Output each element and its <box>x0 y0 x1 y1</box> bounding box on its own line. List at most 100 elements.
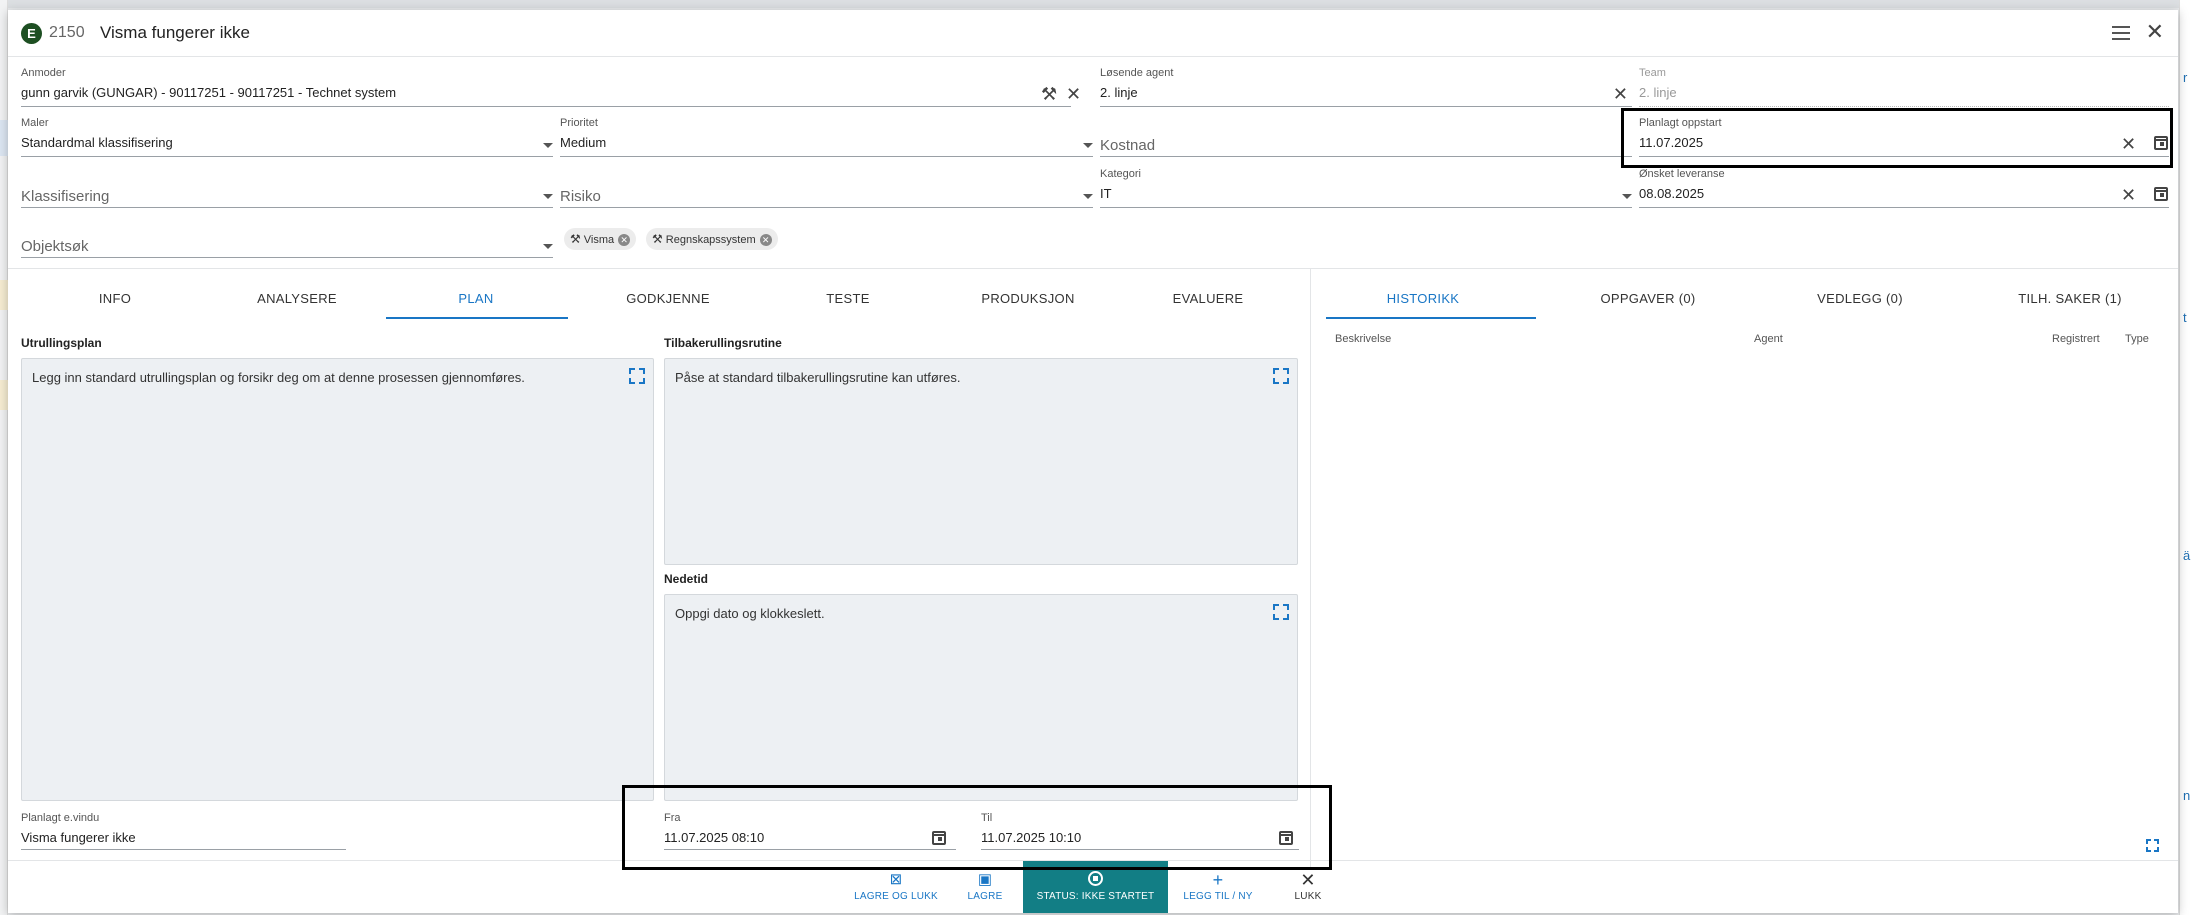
rollout-plan-label: Utrullingsplan <box>21 336 102 350</box>
active-tab-indicator <box>386 317 568 319</box>
desired-delivery-field[interactable]: Ønsket leveranse 08.08.2025 ✕ <box>1639 168 2169 208</box>
tools-icon[interactable]: ⚒ <box>1041 85 1057 103</box>
tab-godkjenne[interactable]: GODKJENNE <box>608 291 728 306</box>
requester-field[interactable]: Anmoder gunn garvik (GUNGAR) - 90117251 … <box>21 67 1081 107</box>
column-registrert[interactable]: Registrert <box>2052 333 2100 345</box>
expand-icon[interactable] <box>1273 604 1289 620</box>
planned-window-field[interactable]: Planlagt e.vindu Visma fungerer ikke <box>21 812 346 850</box>
ticket-dialog: E 2150 Visma fungerer ikke ✕ Anmoder gun… <box>8 10 2178 913</box>
rollout-plan-textarea[interactable]: Legg inn standard utrullingsplan og fors… <box>21 358 654 801</box>
chevron-down-icon <box>1622 194 1632 199</box>
chevron-down-icon <box>543 143 553 148</box>
section-divider <box>8 268 2178 269</box>
tab-info[interactable]: INFO <box>75 291 155 306</box>
rollback-textarea[interactable]: Påse at standard tilbakerullingsrutine k… <box>664 358 1298 565</box>
tab-teste[interactable]: TESTE <box>798 291 898 306</box>
downtime-text: Oppgi dato og klokkeslett. <box>675 606 825 621</box>
type-badge: E <box>21 23 42 44</box>
column-type[interactable]: Type <box>2125 333 2149 345</box>
tab-oppgaver[interactable]: OPPGAVER (0) <box>1553 291 1743 306</box>
chip-label: Regnskapssystem <box>665 234 756 246</box>
fullscreen-icon[interactable] <box>2146 839 2159 852</box>
save-and-close-label: LAGRE OG LUKK <box>854 891 938 902</box>
classification-select[interactable]: Klassifisering <box>21 168 553 208</box>
requester-label: Anmoder <box>21 67 66 79</box>
tab-tilh-saker[interactable]: TILH. SAKER (1) <box>1975 291 2165 306</box>
downtime-label: Nedetid <box>664 572 709 586</box>
column-divider <box>1310 268 1311 870</box>
tab-produksjon[interactable]: PRODUKSJON <box>963 291 1093 306</box>
add-new-button[interactable]: + LEGG TIL / NY <box>1178 870 1258 902</box>
expand-icon[interactable] <box>629 368 645 384</box>
object-chip-regnskapssystem[interactable]: ⚒ Regnskapssystem ✕ <box>646 228 778 250</box>
resolving-agent-value: 2. linje <box>1100 85 1138 100</box>
remove-chip-icon[interactable]: ✕ <box>759 234 772 247</box>
save-and-close-button[interactable]: ⊠ LAGRE OG LUKK <box>846 871 946 903</box>
expand-icon[interactable] <box>1273 368 1289 384</box>
background-page-top <box>0 0 2191 8</box>
close-label: LUKK <box>1294 891 1322 902</box>
menu-icon[interactable] <box>2112 26 2130 40</box>
add-new-label: LEGG TIL / NY <box>1183 891 1253 902</box>
background-page-left <box>0 0 8 915</box>
template-select[interactable]: Maler Standardmal klassifisering <box>21 117 553 157</box>
clear-date-icon[interactable]: ✕ <box>2121 186 2136 204</box>
resolving-agent-label: Løsende agent <box>1100 67 1174 79</box>
category-label: Kategori <box>1100 168 1141 180</box>
column-agent[interactable]: Agent <box>1754 333 1783 345</box>
priority-select[interactable]: Prioritet Medium <box>560 117 1093 157</box>
save-close-icon: ⊠ <box>889 871 903 888</box>
plus-icon: + <box>1212 870 1224 890</box>
template-label: Maler <box>21 117 49 129</box>
requester-value: gunn garvik (GUNGAR) - 90117251 - 901172… <box>21 85 397 100</box>
tab-analysere[interactable]: ANALYSERE <box>242 291 352 306</box>
tab-historikk[interactable]: HISTORIKK <box>1328 291 1518 306</box>
priority-label: Prioritet <box>560 117 598 129</box>
background-page-right: r t ä n <box>2179 0 2191 915</box>
calendar-icon[interactable] <box>2154 187 2168 201</box>
team-field: Team 2. linje <box>1639 67 2169 107</box>
priority-value: Medium <box>560 135 607 150</box>
rollback-label: Tilbakerullingsrutine <box>664 336 782 350</box>
tab-evaluere[interactable]: EVALUERE <box>1148 291 1268 306</box>
category-value: IT <box>1100 186 1112 201</box>
clear-requester-icon[interactable]: ✕ <box>1066 85 1081 103</box>
close-dialog-icon[interactable]: ✕ <box>2146 20 2164 44</box>
category-select[interactable]: Kategori IT <box>1100 168 1632 208</box>
stop-circle-icon <box>1088 871 1103 886</box>
object-chip-visma[interactable]: ⚒ Visma ✕ <box>564 228 637 250</box>
highlight-box-planned-start <box>1621 108 2173 168</box>
dialog-header: E 2150 Visma fungerer ikke ✕ <box>8 10 2178 57</box>
object-search-select[interactable]: Objektsøk <box>21 218 553 258</box>
rollback-text: Påse at standard tilbakerullingsrutine k… <box>675 370 961 385</box>
remove-chip-icon[interactable]: ✕ <box>618 234 631 247</box>
clear-agent-icon[interactable]: ✕ <box>1613 85 1628 103</box>
tools-icon: ⚒ <box>570 232 581 246</box>
rollout-plan-text: Legg inn standard utrullingsplan og fors… <box>32 370 525 385</box>
chip-label: Visma <box>583 234 615 246</box>
desired-delivery-label: Ønsket leveranse <box>1639 168 1725 180</box>
chevron-down-icon <box>543 244 553 249</box>
tab-vedlegg[interactable]: VEDLEGG (0) <box>1765 291 1955 306</box>
downtime-textarea[interactable]: Oppgi dato og klokkeslett. <box>664 594 1298 801</box>
object-search-placeholder: Objektsøk <box>21 238 89 255</box>
risk-select[interactable]: Risiko <box>560 168 1093 208</box>
close-icon: ✕ <box>1300 870 1316 890</box>
tools-icon: ⚒ <box>652 232 663 246</box>
highlight-box-time-window <box>622 785 1332 870</box>
classification-placeholder: Klassifisering <box>21 188 110 205</box>
ticket-number: 2150 <box>49 24 85 41</box>
team-label: Team <box>1639 67 1666 79</box>
ticket-title: Visma fungerer ikke <box>100 23 250 42</box>
save-icon: ▣ <box>977 871 993 888</box>
resolving-agent-field[interactable]: Løsende agent 2. linje ✕ <box>1100 67 1632 107</box>
planned-window-value: Visma fungerer ikke <box>21 830 136 845</box>
column-beskrivelse[interactable]: Beskrivelse <box>1335 333 1391 345</box>
risk-placeholder: Risiko <box>560 188 601 205</box>
tab-plan[interactable]: PLAN <box>426 291 526 306</box>
save-button[interactable]: ▣ LAGRE <box>960 871 1010 903</box>
cost-input[interactable]: Kostnad <box>1100 117 1632 157</box>
close-button[interactable]: ✕ LUKK <box>1283 870 1333 902</box>
cost-placeholder: Kostnad <box>1100 137 1156 154</box>
chevron-down-icon <box>1083 143 1093 148</box>
